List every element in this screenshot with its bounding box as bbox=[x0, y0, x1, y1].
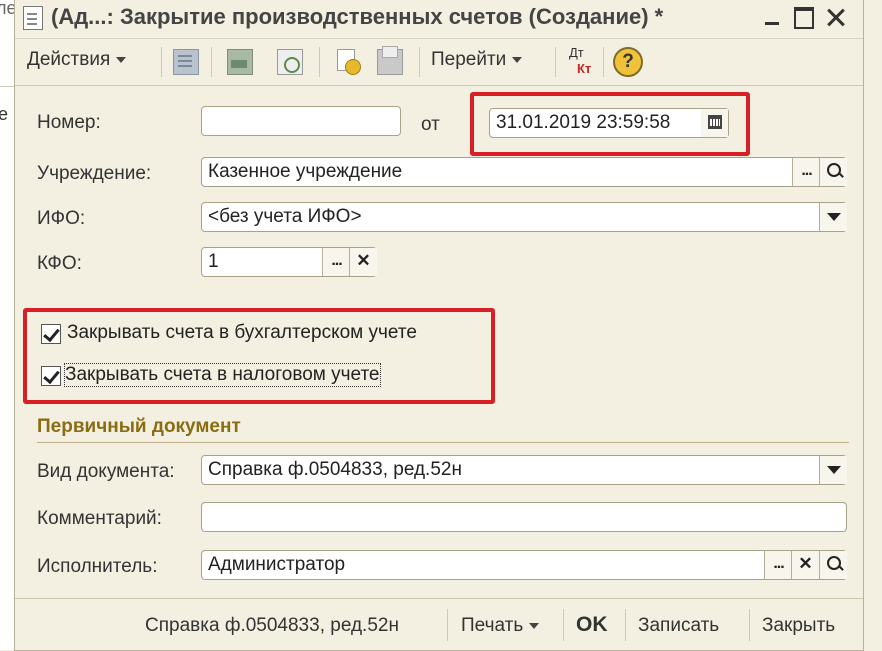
background-window-edge: ле е bbox=[0, 0, 17, 650]
document-window: (Ад...: Закрытие производственных счетов… bbox=[14, 0, 864, 651]
chevron-down-icon bbox=[529, 622, 540, 629]
footer-divider bbox=[563, 609, 564, 641]
window-title: (Ад...: Закрытие производственных счетов… bbox=[51, 4, 664, 29]
doc-type-label: Вид документа: bbox=[37, 461, 175, 482]
highlight-frame-date bbox=[470, 92, 750, 156]
minimize-icon[interactable] bbox=[760, 4, 786, 30]
print-menu-label: Печать bbox=[461, 615, 524, 636]
debit-credit-icon[interactable]: Дт Кт bbox=[567, 45, 597, 79]
background-divider bbox=[0, 86, 14, 87]
comment-field[interactable] bbox=[201, 502, 847, 532]
clear-icon[interactable]: ✕ bbox=[791, 551, 819, 579]
credit-label: Кт bbox=[577, 61, 592, 76]
toolbar: Действия Перейти Дт Кт ? bbox=[15, 38, 863, 86]
post-document-icon[interactable] bbox=[335, 49, 361, 75]
chevron-down-icon[interactable] bbox=[819, 456, 847, 484]
section-divider bbox=[37, 442, 849, 443]
print-menu-button[interactable]: Печать bbox=[461, 615, 540, 637]
toolbar-divider bbox=[161, 47, 162, 77]
date-from-label: от bbox=[421, 114, 440, 135]
number-label: Номер: bbox=[37, 112, 101, 133]
goto-menu-button[interactable]: Перейти bbox=[431, 49, 523, 71]
institution-value: Казенное учреждение bbox=[208, 161, 403, 182]
search-icon[interactable] bbox=[819, 551, 847, 579]
institution-label: Учреждение: bbox=[37, 163, 152, 184]
clear-icon[interactable]: ✕ bbox=[349, 248, 377, 276]
institution-field[interactable]: Казенное учреждение ... bbox=[201, 157, 847, 187]
highlight-frame-checkboxes bbox=[23, 308, 495, 404]
close-button[interactable]: Закрыть bbox=[762, 615, 835, 637]
kfo-field[interactable]: 1 ... ✕ bbox=[201, 247, 377, 277]
kfo-value: 1 bbox=[208, 251, 219, 272]
toolbar-divider bbox=[211, 47, 212, 77]
search-icon[interactable] bbox=[819, 158, 847, 186]
select-button[interactable]: ... bbox=[792, 158, 820, 186]
help-icon[interactable]: ? bbox=[613, 47, 643, 77]
document-journal-icon[interactable] bbox=[173, 49, 199, 75]
structure-icon[interactable] bbox=[277, 49, 303, 75]
ifo-label: ИФО: bbox=[37, 208, 86, 229]
footer-bar: Справка ф.0504833, ред.52н Печать OK Зап… bbox=[15, 598, 863, 651]
goto-menu-label: Перейти bbox=[431, 49, 507, 70]
footer-divider bbox=[625, 609, 626, 641]
kfo-label: КФО: bbox=[37, 253, 82, 274]
footer-divider bbox=[447, 609, 448, 641]
number-field[interactable] bbox=[201, 106, 401, 136]
toolbar-divider bbox=[419, 47, 420, 77]
actions-menu-label: Действия bbox=[27, 49, 111, 70]
save-button[interactable]: Записать bbox=[638, 615, 719, 637]
comment-label: Комментарий: bbox=[37, 508, 162, 529]
chevron-down-icon bbox=[512, 56, 523, 63]
executor-field[interactable]: Администратор ... ✕ bbox=[201, 550, 847, 580]
executor-label: Исполнитель: bbox=[37, 556, 158, 577]
select-button[interactable]: ... bbox=[322, 248, 350, 276]
document-icon bbox=[23, 6, 43, 30]
close-icon[interactable] bbox=[823, 4, 849, 30]
doc-type-value: Справка ф.0504833, ред.52н bbox=[208, 459, 462, 480]
print-icon[interactable] bbox=[377, 46, 403, 75]
debit-label: Дт bbox=[569, 45, 584, 60]
doc-type-select[interactable]: Справка ф.0504833, ред.52н bbox=[201, 455, 847, 485]
toolbar-divider bbox=[319, 47, 320, 77]
image-icon[interactable] bbox=[227, 49, 253, 75]
footer-divider bbox=[749, 609, 750, 641]
section-title: Первичный документ bbox=[37, 416, 241, 437]
toolbar-divider bbox=[555, 47, 556, 77]
ok-button[interactable]: OK bbox=[576, 613, 608, 637]
maximize-icon[interactable] bbox=[790, 4, 816, 30]
chevron-down-icon bbox=[116, 56, 127, 63]
title-bar[interactable]: (Ад...: Закрытие производственных счетов… bbox=[15, 0, 863, 36]
chevron-down-icon[interactable] bbox=[819, 203, 847, 231]
actions-menu-button[interactable]: Действия bbox=[27, 49, 127, 71]
select-button[interactable]: ... bbox=[764, 551, 792, 579]
background-window-text: е bbox=[0, 104, 9, 124]
ifo-value: <без учета ИФО> bbox=[208, 206, 362, 227]
ifo-select[interactable]: <без учета ИФО> bbox=[201, 202, 847, 232]
print-form-link[interactable]: Справка ф.0504833, ред.52н bbox=[145, 615, 399, 637]
executor-value: Администратор bbox=[208, 554, 346, 575]
toolbar-divider bbox=[603, 47, 604, 77]
